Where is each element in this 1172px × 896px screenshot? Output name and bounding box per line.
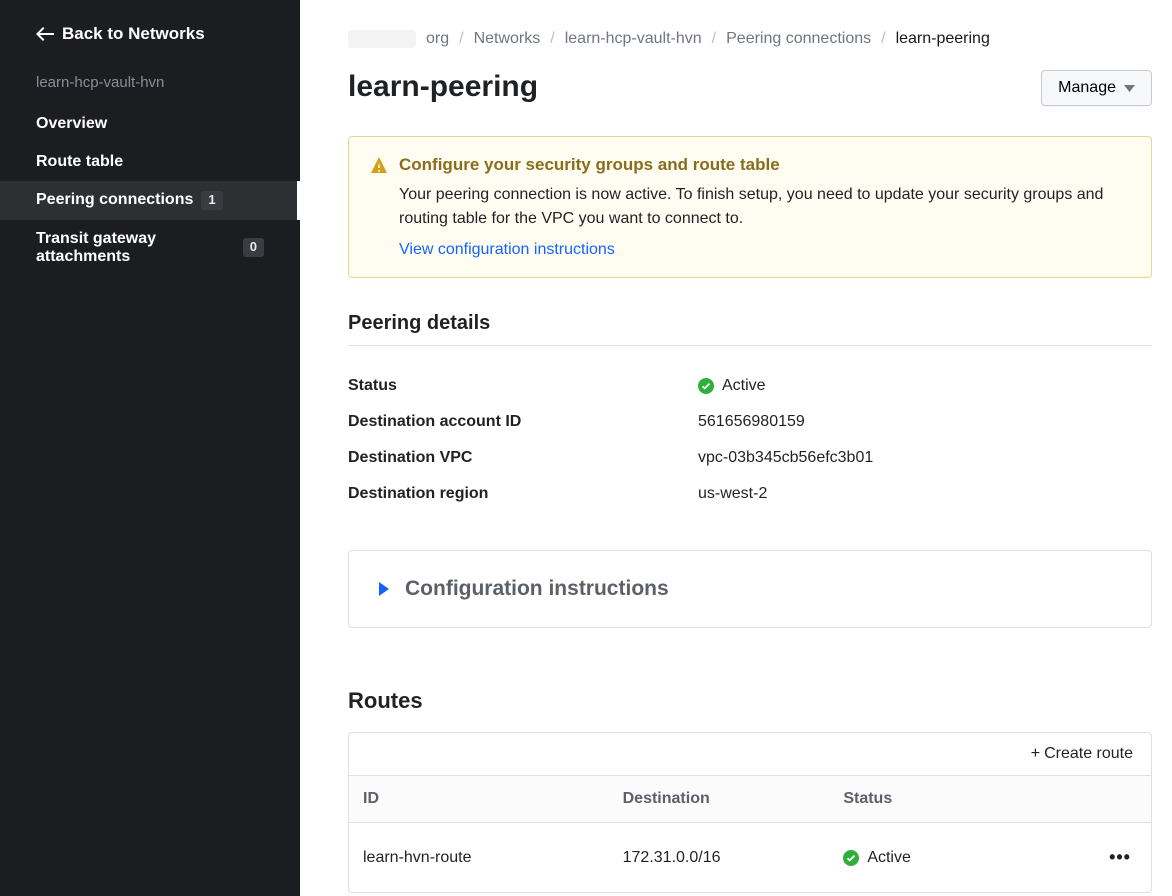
detail-label: Destination VPC: [348, 449, 698, 467]
breadcrumb-separator: /: [459, 30, 463, 48]
route-status: Active: [843, 849, 1077, 867]
breadcrumb-separator: /: [550, 30, 554, 48]
route-id: learn-hvn-route: [363, 849, 623, 867]
table-row: learn-hvn-route 172.31.0.0/16 Active •••: [349, 823, 1151, 892]
crumb-section[interactable]: Peering connections: [726, 30, 871, 48]
accordion-title: Configuration instructions: [405, 577, 669, 601]
create-route-button[interactable]: + Create route: [1031, 745, 1133, 763]
detail-row-account: Destination account ID 561656980159: [348, 404, 1152, 440]
back-to-networks-link[interactable]: Back to Networks: [0, 14, 300, 68]
detail-label: Destination region: [348, 485, 698, 503]
arrow-left-icon: [36, 27, 54, 41]
alert-title: Configure your security groups and route…: [371, 155, 1129, 175]
detail-value: 561656980159: [698, 413, 805, 431]
detail-label: Destination account ID: [348, 413, 698, 431]
crumb-hvn[interactable]: learn-hcp-vault-hvn: [565, 30, 702, 48]
routes-table: + Create route ID Destination Status lea…: [348, 732, 1152, 893]
sidebar-item-route-table[interactable]: Route table: [0, 143, 300, 181]
sidebar-item-label: Peering connections: [36, 191, 193, 209]
status-text: Active: [722, 377, 766, 395]
alert-body: Your peering connection is now active. T…: [371, 183, 1129, 231]
sidebar-context: learn-hcp-vault-hvn: [0, 68, 300, 105]
sidebar-item-label: Transit gateway attachments: [36, 230, 235, 266]
sidebar-item-label: Route table: [36, 153, 123, 171]
main-content: org / Networks / learn-hcp-vault-hvn / P…: [300, 0, 1172, 896]
detail-row-vpc: Destination VPC vpc-03b345cb56efc3b01: [348, 440, 1152, 476]
sidebar: Back to Networks learn-hcp-vault-hvn Ove…: [0, 0, 300, 896]
routes-title: Routes: [348, 688, 1152, 714]
manage-label: Manage: [1058, 79, 1116, 97]
detail-value: Active: [698, 377, 766, 395]
count-badge: 1: [201, 191, 222, 210]
route-destination: 172.31.0.0/16: [623, 849, 844, 867]
sidebar-item-transit-gateway[interactable]: Transit gateway attachments 0: [0, 220, 300, 276]
create-route-label: Create route: [1044, 745, 1133, 763]
routes-toolbar: + Create route: [349, 733, 1151, 776]
manage-button[interactable]: Manage: [1041, 70, 1152, 106]
alert-link[interactable]: View configuration instructions: [371, 241, 1129, 259]
back-label: Back to Networks: [62, 24, 205, 44]
plus-icon: +: [1031, 745, 1040, 763]
crumb-org-redacted: [348, 30, 416, 48]
alert-title-text: Configure your security groups and route…: [399, 155, 780, 175]
sidebar-item-label: Overview: [36, 115, 107, 133]
page-header: learn-peering Manage: [348, 70, 1152, 106]
page-title: learn-peering: [348, 70, 538, 104]
configuration-instructions-accordion[interactable]: Configuration instructions: [348, 550, 1152, 628]
crumb-networks[interactable]: Networks: [474, 30, 541, 48]
breadcrumb: org / Networks / learn-hcp-vault-hvn / P…: [348, 30, 1152, 48]
chevron-down-icon: [1124, 85, 1135, 92]
peering-details-title: Peering details: [348, 312, 1152, 335]
col-status: Status: [843, 790, 1077, 808]
detail-value: vpc-03b345cb56efc3b01: [698, 449, 873, 467]
col-destination: Destination: [623, 790, 844, 808]
crumb-current: learn-peering: [896, 30, 990, 48]
sidebar-item-overview[interactable]: Overview: [0, 105, 300, 143]
sidebar-item-peering-connections[interactable]: Peering connections 1: [0, 181, 300, 220]
count-badge: 0: [243, 238, 264, 257]
breadcrumb-separator: /: [881, 30, 885, 48]
chevron-right-icon: [379, 582, 389, 596]
breadcrumb-separator: /: [712, 30, 716, 48]
col-id: ID: [363, 790, 623, 808]
check-circle-icon: [843, 850, 859, 866]
peering-details: Status Active Destination account ID 561…: [348, 368, 1152, 512]
detail-row-region: Destination region us-west-2: [348, 476, 1152, 512]
detail-row-status: Status Active: [348, 368, 1152, 404]
crumb-org-suffix[interactable]: org: [426, 30, 449, 48]
route-status-text: Active: [867, 849, 911, 867]
divider: [348, 345, 1152, 346]
routes-header: ID Destination Status: [349, 776, 1151, 823]
detail-label: Status: [348, 377, 698, 395]
detail-value: us-west-2: [698, 485, 767, 503]
check-circle-icon: [698, 378, 714, 394]
warning-alert: Configure your security groups and route…: [348, 136, 1152, 278]
more-actions-button[interactable]: •••: [1077, 847, 1137, 868]
warning-icon: [371, 157, 387, 173]
